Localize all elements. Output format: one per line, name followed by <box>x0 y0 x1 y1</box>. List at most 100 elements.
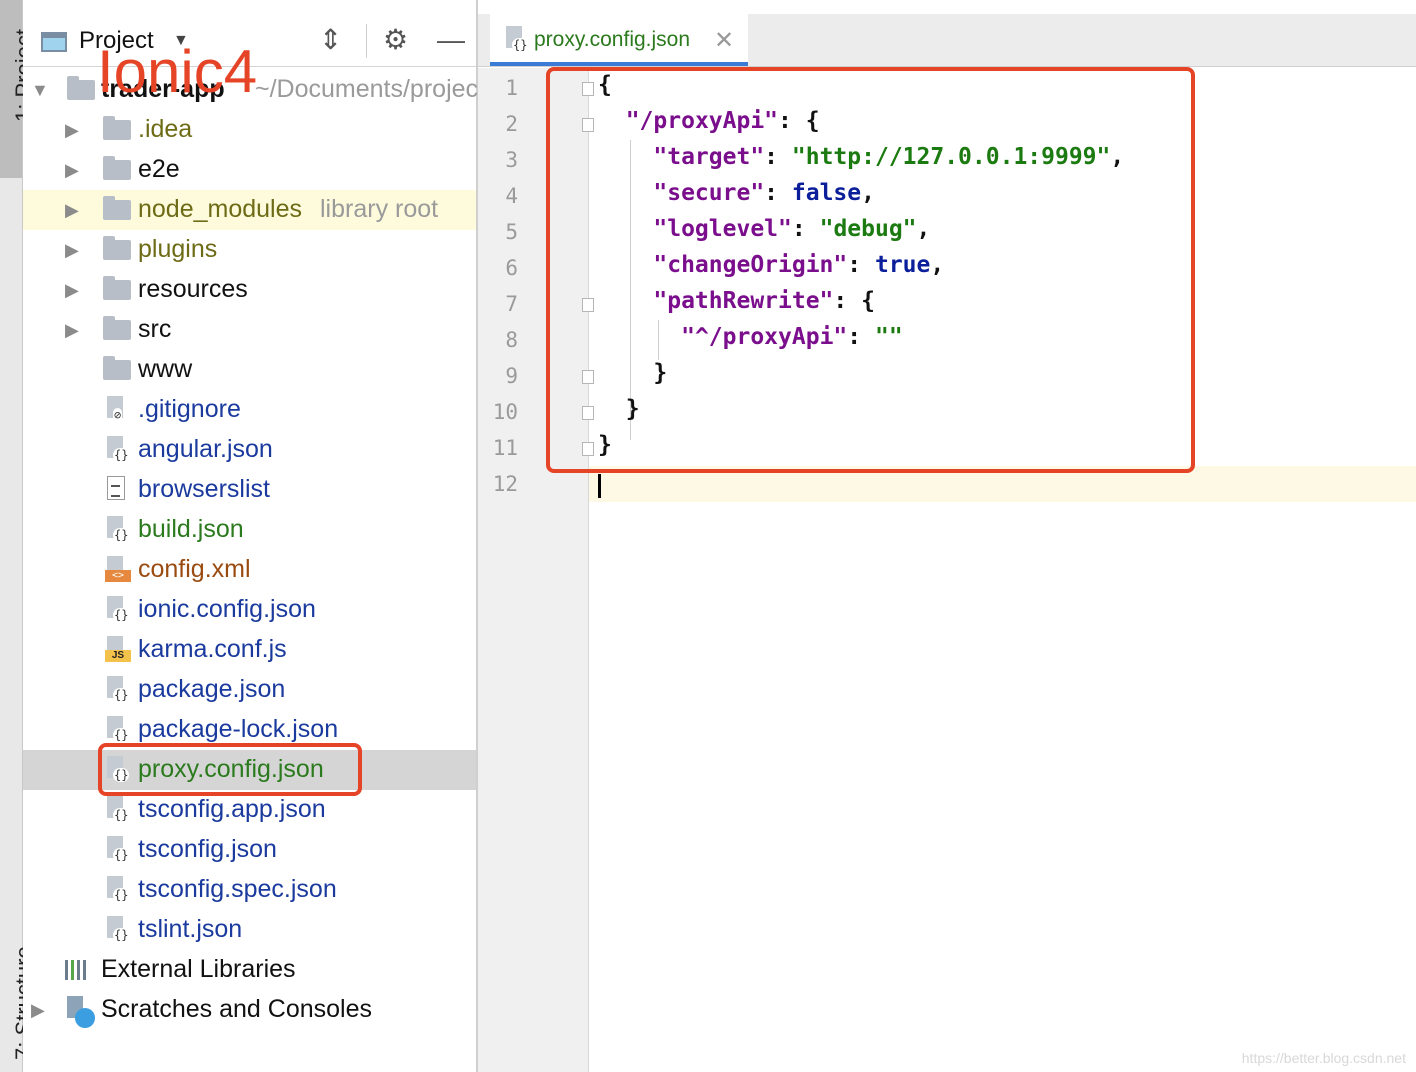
tree-file-row[interactable]: {} angular.json <box>23 430 476 470</box>
header-divider <box>366 24 367 58</box>
line-number: 1 <box>505 76 518 100</box>
tree-item-suffix: library root <box>320 195 439 223</box>
tree-item-label: tsconfig.json <box>138 835 277 863</box>
annotation-box-file <box>98 743 362 796</box>
tree-item-label: tslint.json <box>138 915 243 943</box>
close-icon[interactable]: ✕ <box>714 26 734 55</box>
project-window-icon <box>41 32 67 52</box>
line-number: 6 <box>505 256 518 280</box>
folder-icon <box>103 356 131 380</box>
tree-item-label: node_modules <box>138 195 303 223</box>
tree-file-row[interactable]: {} build.json <box>23 510 476 550</box>
folder-icon <box>67 76 95 100</box>
js-file-icon: JS <box>105 636 131 664</box>
tree-file-row[interactable]: ⊘ .gitignore <box>23 390 476 430</box>
watermark: https://better.blog.csdn.net <box>1241 1050 1406 1066</box>
tree-item-label: resources <box>138 275 248 303</box>
folder-icon <box>103 276 131 300</box>
line-number: 12 <box>492 472 518 496</box>
tree-item-label: config.xml <box>138 555 251 583</box>
chevron-right-icon[interactable]: ▶ <box>65 120 79 141</box>
scratches-icon <box>65 996 95 1028</box>
tree-folder-row[interactable]: ▶ .idea <box>23 110 476 150</box>
line-number: 4 <box>505 184 518 208</box>
chevron-right-icon[interactable]: ▶ <box>65 280 79 301</box>
tree-item-label: .idea <box>138 115 193 143</box>
annotation-ionic4: Ionic4 <box>97 38 258 105</box>
tree-item-label: build.json <box>138 515 244 543</box>
gear-icon[interactable]: ⚙ <box>383 22 408 58</box>
text-caret <box>598 474 601 498</box>
tree-file-row[interactable]: {} tsconfig.json <box>23 830 476 870</box>
json-file-icon: {} <box>105 516 130 544</box>
tree-file-row[interactable]: {} tsconfig.app.json <box>23 790 476 830</box>
minimize-icon[interactable]: — <box>437 22 465 58</box>
line-number: 8 <box>505 328 518 352</box>
editor-tab-label: proxy.config.json <box>534 28 691 51</box>
tree-item-label: browserslist <box>138 475 270 503</box>
tree-folder-row[interactable]: ▶ resources <box>23 270 476 310</box>
scratches-row[interactable]: ▶ Scratches and Consoles <box>23 990 476 1030</box>
tree-item-label: ionic.config.json <box>138 595 316 623</box>
external-libraries-row[interactable]: External Libraries <box>23 950 476 990</box>
annotation-box-code <box>546 67 1195 473</box>
text-file-icon <box>105 476 127 504</box>
tree-item-label: package.json <box>138 675 286 703</box>
line-number: 5 <box>505 220 518 244</box>
tree-item-label: www <box>138 355 193 383</box>
editor-tab-bar: {} proxy.config.json ✕ <box>478 14 1416 67</box>
json-file-icon: {} <box>504 26 529 54</box>
chevron-right-icon[interactable]: ▶ <box>31 1000 45 1021</box>
folder-icon <box>103 116 131 140</box>
tree-folder-row[interactable]: ▶ src <box>23 310 476 350</box>
tree-file-row[interactable]: JS karma.conf.js <box>23 630 476 670</box>
folder-icon <box>103 236 131 260</box>
tree-item-label: plugins <box>138 235 218 263</box>
tree-item-label: .gitignore <box>138 395 241 423</box>
json-file-icon: {} <box>105 836 130 864</box>
tree-item-label: karma.conf.js <box>138 635 287 663</box>
json-file-icon: {} <box>105 436 130 464</box>
line-number: 10 <box>492 400 518 424</box>
tree-item-label: src <box>138 315 172 343</box>
json-file-icon: {} <box>105 716 130 744</box>
tree-item-label: tsconfig.spec.json <box>138 875 337 903</box>
line-number: 7 <box>505 292 518 316</box>
tree-file-row[interactable]: {} tsconfig.spec.json <box>23 870 476 910</box>
tree-file-row[interactable]: <> config.xml <box>23 550 476 590</box>
tree-item-label: package-lock.json <box>138 715 339 743</box>
editor-area: {} proxy.config.json ✕ 1 2 3 4 5 6 7 8 9 10 11 12 {… <box>478 0 1416 1072</box>
line-number: 2 <box>505 112 518 136</box>
tree-file-row[interactable]: {} package.json <box>23 670 476 710</box>
chevron-down-icon[interactable]: ▼ <box>31 80 49 101</box>
chevron-right-icon[interactable]: ▶ <box>65 320 79 341</box>
external-libraries-label: External Libraries <box>101 955 296 983</box>
json-file-icon: {} <box>105 916 130 944</box>
chevron-right-icon[interactable]: ▶ <box>65 160 79 181</box>
project-tool-tab[interactable]: 1: Project <box>0 0 36 178</box>
folder-icon <box>103 316 131 340</box>
json-file-icon: {} <box>105 596 130 624</box>
collapse-icon[interactable]: ⇕ <box>319 22 342 58</box>
folder-icon <box>103 156 131 180</box>
tree-folder-row[interactable]: www <box>23 350 476 390</box>
xml-file-icon: <> <box>105 556 131 584</box>
scratches-label: Scratches and Consoles <box>101 995 372 1023</box>
project-panel: Project ▼ ⇕ ⚙ — ▼ trader-app ~/Documents… <box>23 0 478 1072</box>
tree-folder-row[interactable]: ▶ plugins <box>23 230 476 270</box>
json-file-icon: {} <box>105 676 130 704</box>
chevron-right-icon[interactable]: ▶ <box>65 240 79 261</box>
ignore-file-icon: ⊘ <box>105 396 127 424</box>
tree-file-row[interactable]: {} ionic.config.json <box>23 590 476 630</box>
chevron-right-icon[interactable]: ▶ <box>65 200 79 221</box>
editor-tab-proxy-config[interactable]: {} proxy.config.json ✕ <box>490 14 748 66</box>
json-file-icon: {} <box>105 796 130 824</box>
tree-folder-row[interactable]: ▶ node_modules library root <box>23 190 476 230</box>
tree-folder-row[interactable]: ▶ e2e <box>23 150 476 190</box>
json-file-icon: {} <box>105 876 130 904</box>
line-number: 11 <box>492 436 518 460</box>
line-number: 3 <box>505 148 518 172</box>
tree-file-row[interactable]: browserslist <box>23 470 476 510</box>
tree-file-row[interactable]: {} tslint.json <box>23 910 476 950</box>
tree-item-label: e2e <box>138 155 180 183</box>
